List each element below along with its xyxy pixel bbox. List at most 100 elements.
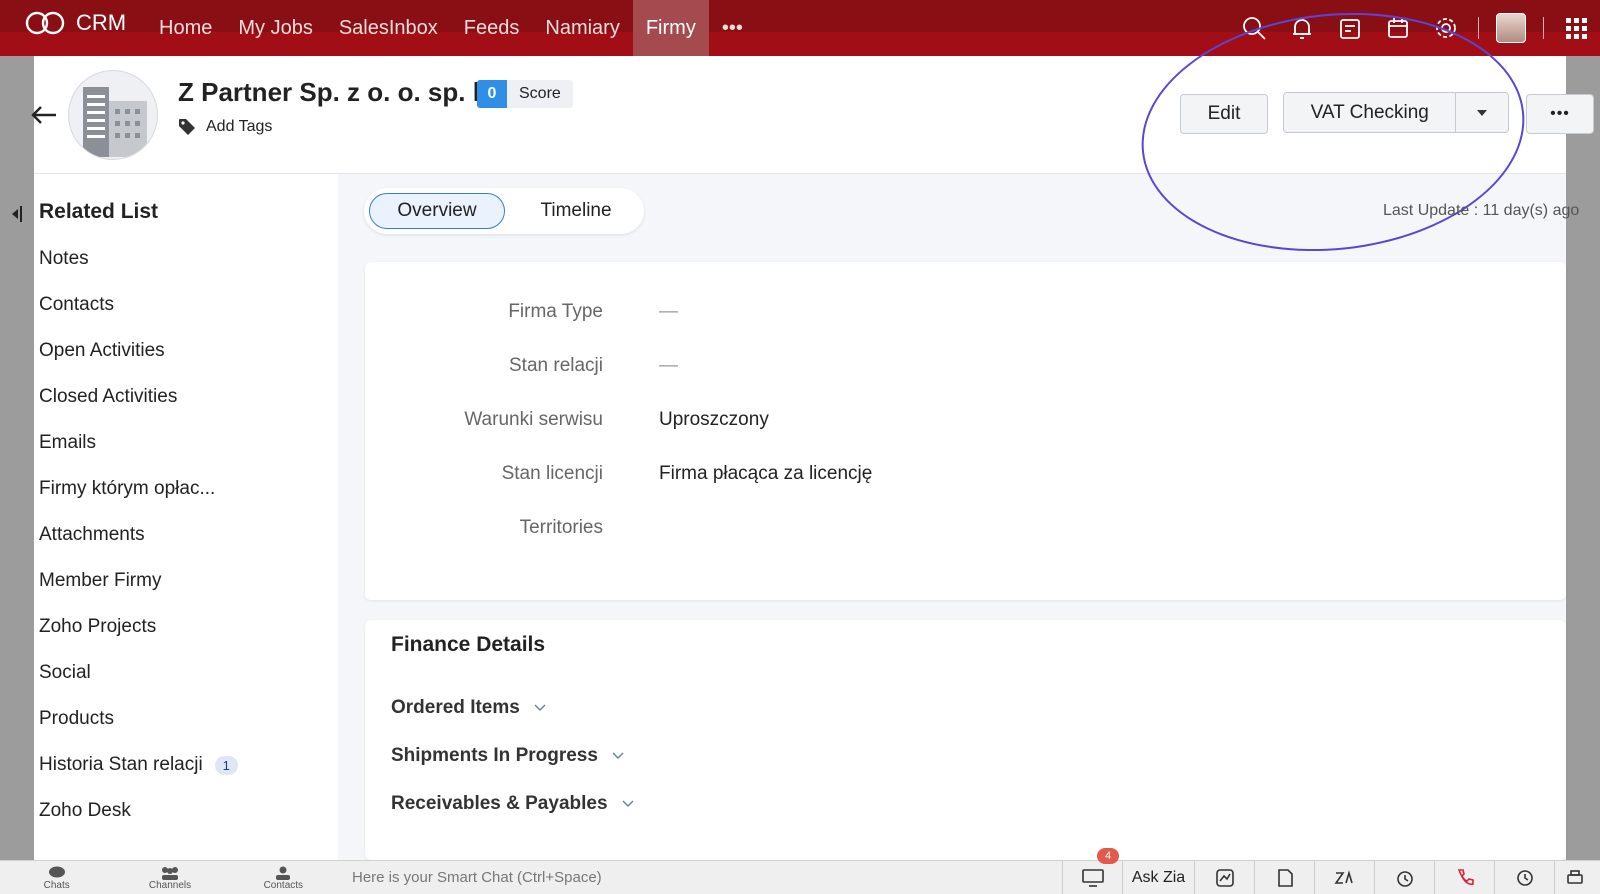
phone-button[interactable] [1434, 861, 1494, 894]
related-list-item[interactable]: Firmy którym opłac... [39, 478, 238, 524]
user-avatar[interactable] [1487, 0, 1535, 56]
chevron-down-icon [612, 752, 624, 759]
related-list-item-label: Contacts [39, 294, 114, 315]
related-list-title: Related List [39, 200, 159, 223]
finance-section-label: Ordered Items [391, 697, 520, 718]
related-list-item[interactable]: Products [39, 708, 238, 754]
nav-item-namiary[interactable]: Namiary [532, 0, 632, 56]
calendar-icon[interactable] [1374, 0, 1422, 56]
top-navigation-bar: CRM Home My Jobs SalesInbox Feeds Namiar… [0, 0, 1600, 56]
nav-item-home[interactable]: Home [146, 0, 225, 56]
crm-logo-icon [25, 11, 65, 35]
chats-button[interactable]: Chats [0, 861, 113, 894]
related-list-item[interactable]: Open Activities [39, 340, 238, 386]
related-list-item[interactable]: Notes [39, 248, 238, 294]
vat-checking-button[interactable]: VAT Checking [1284, 93, 1457, 132]
related-list-item[interactable]: Emails [39, 432, 238, 478]
contacts-button[interactable]: Contacts [227, 861, 340, 894]
related-list-item-label: Closed Activities [39, 386, 178, 407]
field-value[interactable]: Firma płacąca za licencję [659, 463, 872, 485]
related-list-item-label: Emails [39, 432, 97, 453]
related-list-item-label: Social [39, 662, 91, 683]
nav-item-my-jobs[interactable]: My Jobs [225, 0, 325, 56]
field-label: Territories [519, 517, 603, 538]
gear-icon[interactable] [1422, 0, 1470, 56]
field-value[interactable]: — [659, 355, 678, 377]
analytics-button[interactable] [1194, 861, 1254, 894]
field-value[interactable]: — [659, 301, 678, 323]
finance-section-toggle[interactable]: Receivables & Payables [391, 793, 634, 815]
record-title: Z Partner Sp. z o. o. sp. k. [178, 77, 495, 107]
chevron-down-icon [534, 704, 546, 711]
alarm-clock-icon [1396, 871, 1413, 887]
collapse-sidebar-icon[interactable] [10, 204, 24, 229]
crm-logo[interactable]: CRM [24, 10, 126, 36]
topbar-divider [1478, 17, 1479, 39]
related-list-item-label: Notes [39, 248, 89, 269]
bell-icon[interactable] [1278, 0, 1326, 56]
field-label: Stan licencji [501, 463, 603, 484]
field-label: Warunki serwisu [464, 409, 603, 430]
nav-item-firmy[interactable]: Firmy [632, 0, 709, 56]
vat-dropdown-toggle[interactable] [1456, 109, 1508, 117]
chats-label: Chats [43, 879, 70, 891]
edit-button[interactable]: Edit [1180, 94, 1268, 134]
vat-checking-split-button: VAT Checking [1283, 92, 1509, 133]
nav-item-salesinbox[interactable]: SalesInbox [326, 0, 451, 56]
finance-card [365, 620, 1566, 860]
finance-section-toggle[interactable]: Shipments In Progress [391, 745, 624, 767]
ask-zia-button[interactable]: Ask Zia [1122, 861, 1194, 894]
field-value[interactable]: Uproszczony [659, 409, 769, 431]
finance-details-title: Finance Details [391, 633, 546, 656]
print-button[interactable] [1554, 861, 1594, 894]
search-icon[interactable] [1230, 0, 1278, 56]
more-actions-button[interactable]: ••• [1526, 94, 1594, 134]
back-arrow-icon[interactable] [30, 104, 58, 131]
related-list: Notes Contacts Open Activities Closed Ac… [39, 248, 238, 846]
related-list-item-label: Zoho Projects [39, 616, 157, 637]
related-list-item-label: Open Activities [39, 340, 165, 361]
related-list-item[interactable]: Zoho Projects [39, 616, 238, 662]
notes-icon[interactable] [1326, 0, 1374, 56]
finance-section-toggle[interactable]: Ordered Items [391, 697, 546, 719]
nav-item-feeds[interactable]: Feeds [451, 0, 533, 56]
nav-more-button[interactable]: ••• [709, 0, 756, 56]
company-avatar[interactable] [68, 70, 158, 160]
reminders-button[interactable] [1374, 861, 1434, 894]
related-list-item[interactable]: Zoho Desk [39, 800, 238, 846]
related-list-item[interactable]: Social [39, 662, 238, 708]
phone-icon [1457, 869, 1474, 886]
tag-icon [179, 119, 195, 135]
related-list-item-label: Products [39, 708, 114, 729]
tab-overview[interactable]: Overview [369, 193, 505, 229]
related-list-item-label: Member Firmy [39, 570, 162, 591]
related-list-item[interactable]: Contacts [39, 294, 238, 340]
related-list-item[interactable]: Attachments [39, 524, 238, 570]
related-list-item[interactable]: Member Firmy [39, 570, 238, 616]
zia-button[interactable] [1314, 861, 1374, 894]
apps-grid-icon[interactable] [1552, 0, 1600, 56]
history-icon [1516, 870, 1533, 886]
related-list-item-label: Historia Stan relacji [39, 754, 203, 775]
history-button[interactable] [1494, 861, 1554, 894]
related-list-item[interactable]: Closed Activities [39, 386, 238, 432]
notes-tool-button[interactable] [1254, 861, 1314, 894]
chart-icon [1215, 869, 1234, 887]
score-value: 0 [477, 80, 507, 108]
note-icon [1277, 869, 1293, 887]
avatar [1496, 13, 1526, 43]
related-list-item[interactable]: Historia Stan relacji 1 [39, 754, 238, 800]
channels-button[interactable]: Channels [113, 861, 226, 894]
chat-icon [48, 866, 65, 877]
last-update-text: Last Update : 11 day(s) ago [1383, 202, 1580, 219]
tab-timeline[interactable]: Timeline [512, 193, 640, 229]
main-nav: Home My Jobs SalesInbox Feeds Namiary Fi… [146, 0, 756, 56]
screen-share-button[interactable] [1062, 861, 1122, 894]
bottom-left-shortcuts: Chats Channels Contacts [0, 861, 340, 894]
smart-chat-input[interactable]: Here is your Smart Chat (Ctrl+Space) [352, 869, 602, 886]
related-list-item-label: Attachments [39, 524, 145, 545]
topbar-divider [1543, 17, 1544, 39]
channels-label: Channels [148, 879, 192, 891]
add-tags-link[interactable]: Add Tags [178, 118, 272, 136]
field-label: Firma Type [508, 301, 603, 322]
